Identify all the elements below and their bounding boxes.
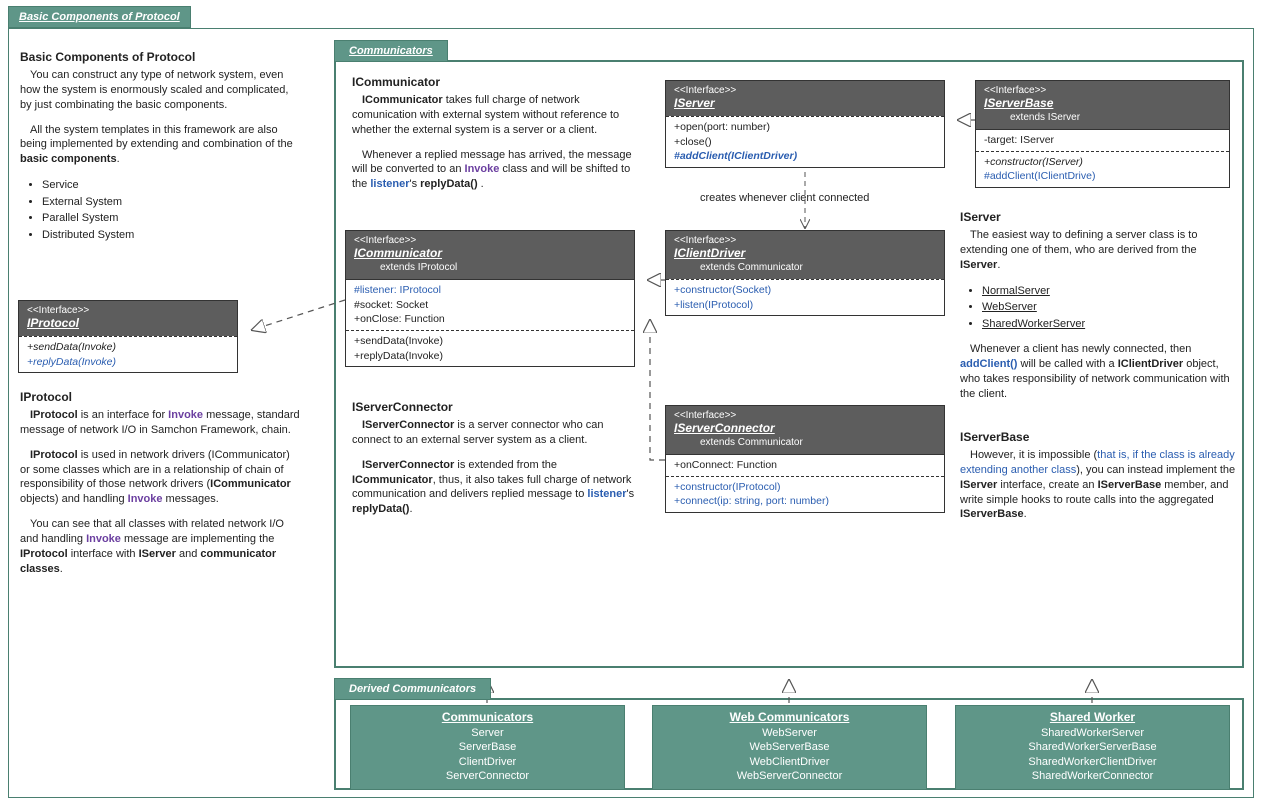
derived-shared-worker: Shared Worker SharedWorkerServer SharedW…: [955, 705, 1230, 790]
uml-iprotocol: <<Interface>> IProtocol +sendData(Invoke…: [18, 300, 238, 373]
uml-iserver: <<Interface>> IServer +open(port: number…: [665, 80, 945, 168]
iprotocol-desc: IProtocol IProtocol is an interface for …: [20, 390, 302, 586]
creates-label: creates whenever client connected: [700, 192, 869, 204]
uml-iserverbase: <<Interface>> IServerBase extends IServe…: [975, 80, 1230, 188]
page-title-tab: Basic Components of Protocol: [8, 6, 191, 28]
iserverbase-desc: IServerBase However, it is impossible (t…: [960, 430, 1240, 532]
derived-tab: Derived Communicators: [334, 678, 491, 700]
left-p2: All the system templates in this framewo…: [20, 123, 300, 168]
left-title: Basic Components of Protocol: [20, 50, 300, 64]
uml-icommunicator: <<Interface>> ICommunicator extends IPro…: [345, 230, 635, 367]
communicators-tab: Communicators: [334, 40, 448, 62]
left-bullets: Service External System Parallel System …: [42, 177, 300, 243]
left-panel: Basic Components of Protocol You can con…: [20, 50, 300, 253]
derived-web-communicators: Web Communicators WebServer WebServerBas…: [652, 705, 927, 790]
uml-iserverconnector: <<Interface>> IServerConnector extends C…: [665, 405, 945, 513]
uml-iclientdriver: <<Interface>> IClientDriver extends Comm…: [665, 230, 945, 316]
icommunicator-desc: ICommunicator ICommunicator takes full c…: [352, 75, 642, 202]
left-p1: You can construct any type of network sy…: [20, 68, 300, 113]
iserverconnector-desc: IServerConnector IServerConnector is a s…: [352, 400, 642, 527]
iserver-desc: IServer The easiest way to defining a se…: [960, 210, 1240, 411]
derived-communicators: Communicators Server ServerBase ClientDr…: [350, 705, 625, 790]
